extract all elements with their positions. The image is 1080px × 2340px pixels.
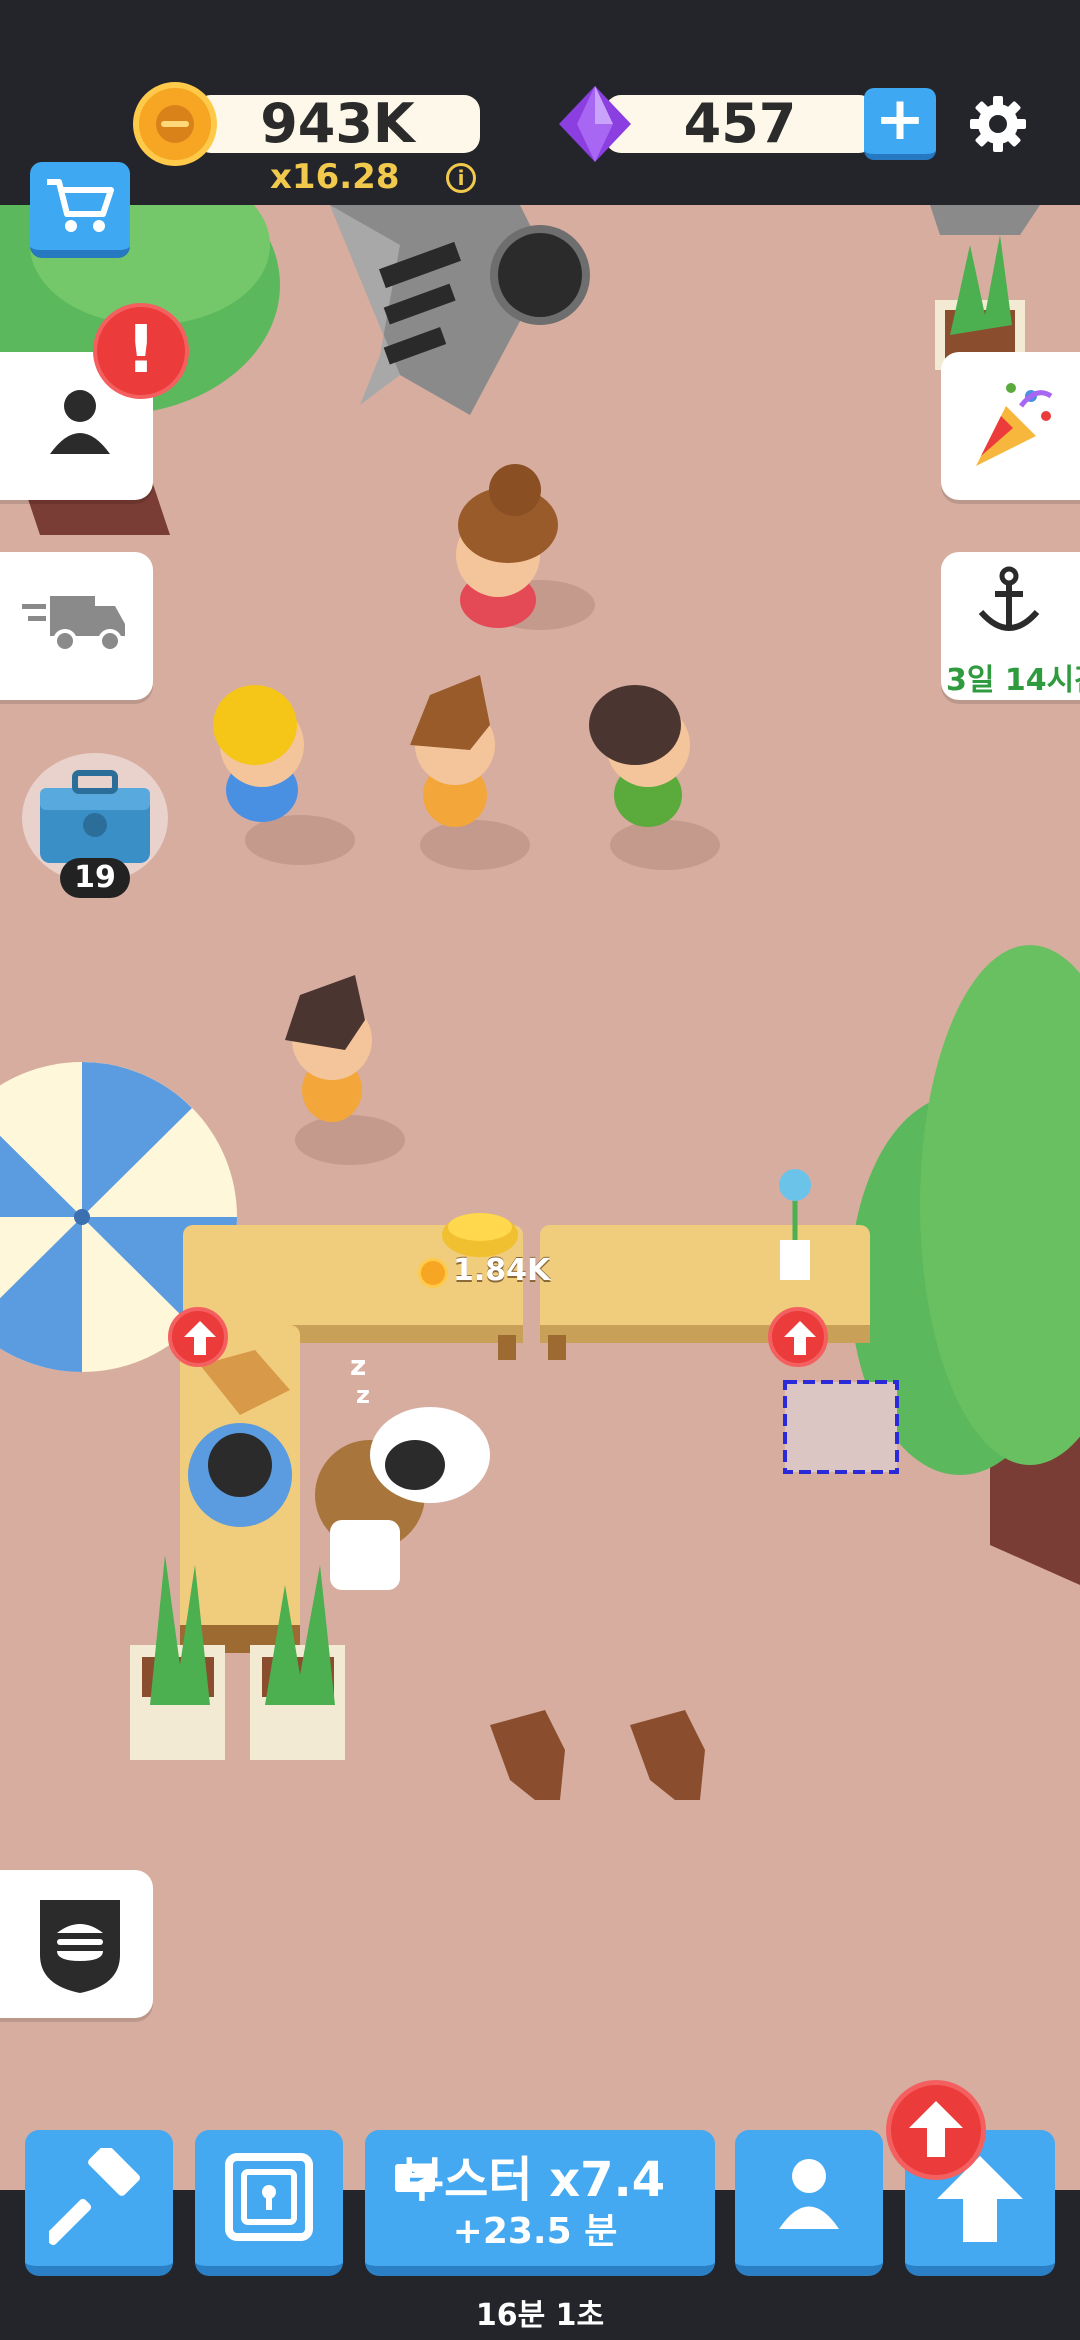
- manager-button[interactable]: [735, 2130, 883, 2276]
- upgrade-alert-badge: [886, 2080, 986, 2180]
- coin-icon: [418, 1258, 448, 1288]
- person-icon: [779, 2159, 839, 2229]
- income-multiplier: x16.28: [270, 157, 400, 197]
- hammer-icon: [49, 2148, 140, 2246]
- anchor-icon: [978, 566, 1040, 631]
- customer-3: [410, 675, 530, 870]
- shop-cart-button[interactable]: [30, 162, 130, 258]
- shopping-cart-icon: [47, 179, 114, 232]
- game-world[interactable]: z z ! 19 3일 14시 1.84K: [0, 205, 1080, 2205]
- party-popper-icon: [976, 383, 1053, 466]
- delivery-truck-icon: [22, 596, 125, 653]
- upgrade-arrow-kitchen[interactable]: [168, 1307, 228, 1367]
- toolbox-count-badge: 19: [60, 858, 130, 898]
- booster-remaining-timer: 16분 1초: [475, 2298, 605, 2333]
- profile-icon: [50, 390, 110, 454]
- vault-button[interactable]: [195, 2130, 343, 2276]
- customer-4: [589, 685, 720, 870]
- menu-button[interactable]: [0, 1870, 153, 2018]
- add-gems-button[interactable]: +: [864, 88, 936, 160]
- customer-2: [213, 685, 355, 865]
- safe-icon: [225, 2153, 313, 2241]
- svg-text:z: z: [350, 1349, 366, 1382]
- burger-shield-icon: [40, 1900, 120, 1993]
- svg-text:z: z: [356, 1381, 370, 1409]
- arrow-up-icon: [909, 2101, 963, 2157]
- build-hammer-button[interactable]: [25, 2130, 173, 2276]
- world-scenery: z z: [0, 205, 1080, 1800]
- settings-gear-icon[interactable]: [968, 94, 1028, 154]
- delivery-button[interactable]: [0, 552, 153, 700]
- event-timer: 3일 14시간: [946, 663, 1080, 698]
- arrow-up-icon: [184, 1321, 216, 1355]
- gem-count: 457: [683, 92, 797, 155]
- customer-5: [285, 975, 405, 1165]
- coin-count: 943K: [260, 92, 415, 155]
- coin-icon: [133, 82, 217, 166]
- big-tree: [850, 945, 1080, 1585]
- upgrade-arrow-slot[interactable]: [768, 1307, 828, 1367]
- staff-alert-badge: !: [93, 303, 189, 399]
- info-icon[interactable]: i: [446, 163, 476, 193]
- event-button[interactable]: [941, 352, 1080, 500]
- arrow-up-icon: [784, 1321, 816, 1355]
- counter-earning: 1.84K: [453, 1253, 551, 1288]
- toolbox-icon: [40, 770, 150, 863]
- booster-title: 부스터 x7.4: [400, 2152, 666, 2208]
- customer-1: [456, 464, 595, 630]
- gem-icon: [559, 86, 631, 162]
- booster-duration: +23.5 분: [452, 2211, 618, 2252]
